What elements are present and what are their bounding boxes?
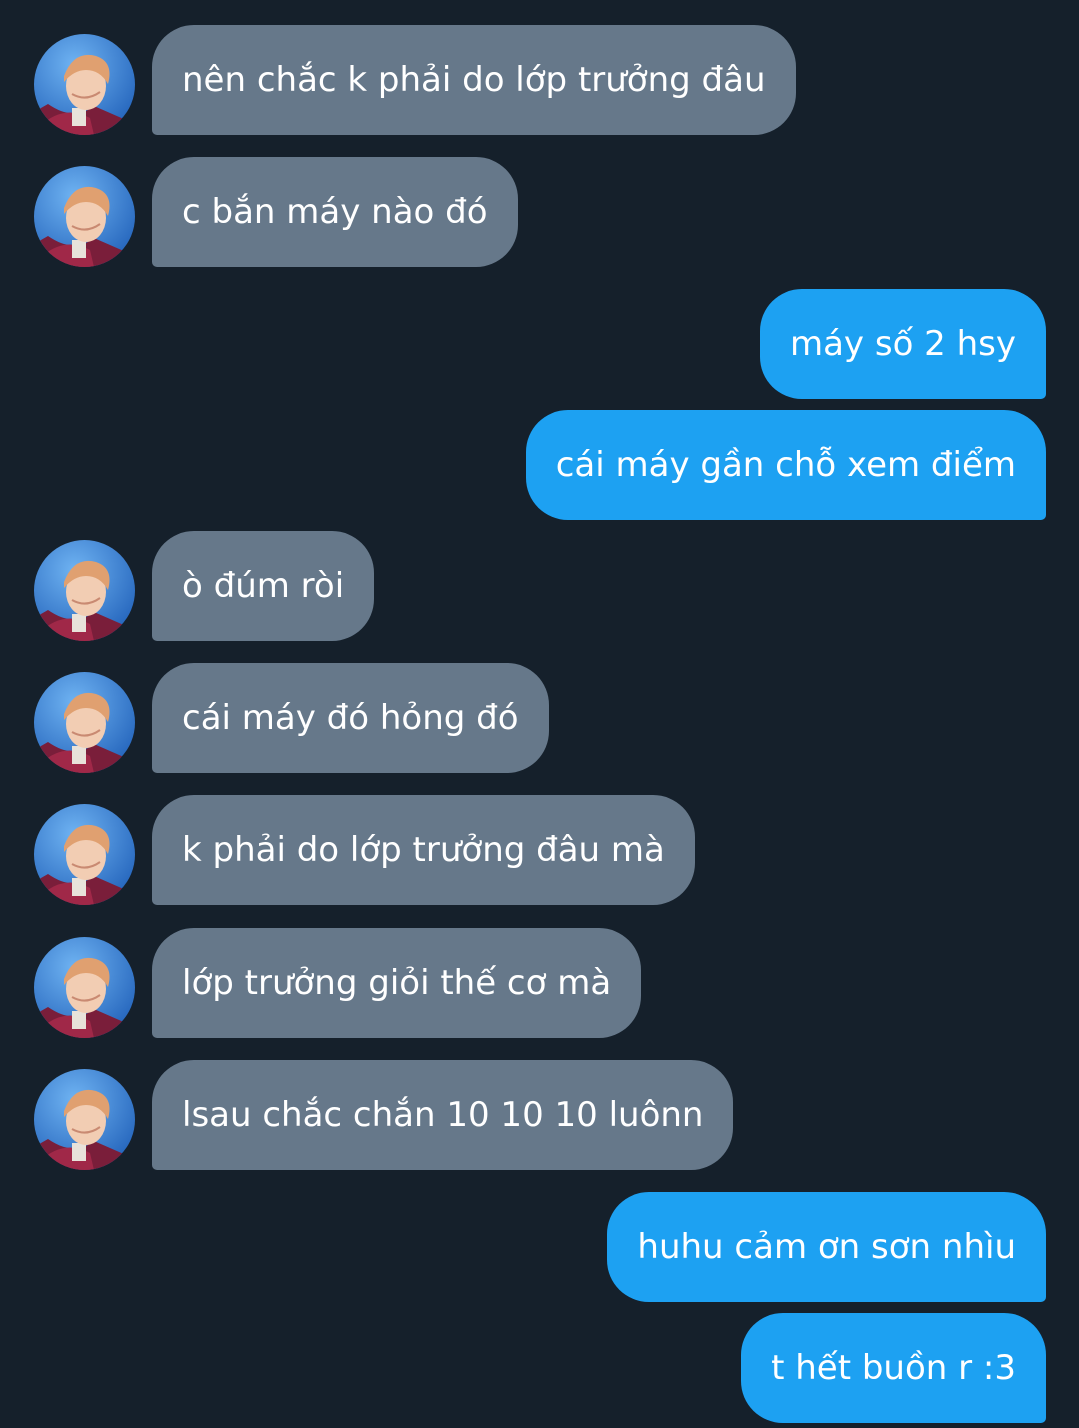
message-incoming: c bắn máy nào đó	[0, 157, 1079, 267]
message-bubble-outgoing[interactable]: huhu cảm ơn sơn nhìu	[607, 1192, 1046, 1302]
contact-avatar-icon[interactable]	[34, 1069, 135, 1170]
message-incoming: lsau chắc chắn 10 10 10 luônn	[0, 1060, 1079, 1170]
message-bubble-incoming[interactable]: cái máy đó hỏng đó	[152, 663, 549, 773]
message-bubble-outgoing[interactable]: t hết buồn r :3	[741, 1313, 1046, 1423]
message-incoming: nên chắc k phải do lớp trưởng đâu	[0, 25, 1079, 135]
contact-avatar-icon[interactable]	[34, 166, 135, 267]
message-incoming: lớp trưởng giỏi thế cơ mà	[0, 928, 1079, 1038]
message-outgoing: t hết buồn r :3	[0, 1313, 1079, 1423]
conversation-thread: nên chắc k phải do lớp trưởng đâu c bắn …	[0, 0, 1079, 1428]
message-incoming: ò đúm ròi	[0, 531, 1079, 641]
message-bubble-incoming[interactable]: ò đúm ròi	[152, 531, 375, 641]
contact-avatar-icon[interactable]	[34, 540, 135, 641]
message-outgoing: máy số 2 hsy	[0, 289, 1079, 399]
contact-avatar-icon[interactable]	[34, 937, 135, 1038]
message-bubble-outgoing[interactable]: cái máy gần chỗ xem điểm	[525, 410, 1046, 520]
message-outgoing: huhu cảm ơn sơn nhìu	[0, 1192, 1079, 1302]
contact-avatar-icon[interactable]	[34, 34, 135, 135]
message-bubble-incoming[interactable]: nên chắc k phải do lớp trưởng đâu	[152, 25, 796, 135]
message-bubble-incoming[interactable]: k phải do lớp trưởng đâu mà	[152, 795, 695, 905]
message-bubble-outgoing[interactable]: máy số 2 hsy	[759, 289, 1046, 399]
message-bubble-incoming[interactable]: lớp trưởng giỏi thế cơ mà	[152, 928, 642, 1038]
message-outgoing: cái máy gần chỗ xem điểm	[0, 410, 1079, 520]
message-incoming: k phải do lớp trưởng đâu mà	[0, 795, 1079, 905]
message-bubble-incoming[interactable]: c bắn máy nào đó	[152, 157, 518, 267]
contact-avatar-icon[interactable]	[34, 804, 135, 905]
message-bubble-incoming[interactable]: lsau chắc chắn 10 10 10 luônn	[152, 1060, 734, 1170]
contact-avatar-icon[interactable]	[34, 672, 135, 773]
message-incoming: cái máy đó hỏng đó	[0, 663, 1079, 773]
